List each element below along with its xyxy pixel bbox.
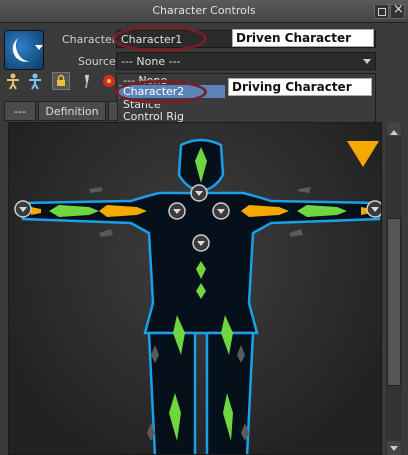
close-icon[interactable] — [390, 2, 405, 19]
driven-character-callout: Driven Character — [232, 29, 374, 47]
character-figure — [14, 138, 381, 454]
window-title: Character Controls — [152, 4, 256, 17]
character-label: Character — [62, 33, 117, 46]
tab-definition[interactable]: Definition — [38, 101, 106, 121]
scroll-down-icon[interactable] — [387, 441, 401, 455]
character-viewport[interactable] — [8, 122, 382, 455]
humanik-logo-icon[interactable] — [4, 30, 44, 70]
driving-character-callout: Driving Character — [228, 78, 372, 96]
character-figure-icon[interactable] — [4, 72, 22, 90]
vertical-scrollbar[interactable] — [386, 122, 402, 455]
pin-icon[interactable] — [78, 72, 96, 90]
source-label: Source: — [78, 55, 120, 68]
scroll-up-icon[interactable] — [387, 122, 401, 136]
full-body-icon[interactable] — [26, 72, 44, 90]
source-value: --- None --- — [121, 55, 181, 68]
lock-icon[interactable] — [52, 72, 70, 90]
scrollbar-thumb[interactable] — [387, 218, 401, 386]
title-bar: Character Controls — [0, 0, 408, 23]
float-icon[interactable] — [374, 4, 389, 19]
driven-highlight-ellipse — [113, 25, 207, 52]
source-dropdown[interactable]: --- None --- — [116, 52, 376, 70]
tab-dashes[interactable]: --- — [4, 101, 36, 121]
chevron-down-icon — [363, 59, 371, 68]
tab-partial[interactable] — [108, 101, 118, 121]
toolbar — [0, 72, 124, 94]
tab-bar: --- Definition — [0, 101, 130, 121]
